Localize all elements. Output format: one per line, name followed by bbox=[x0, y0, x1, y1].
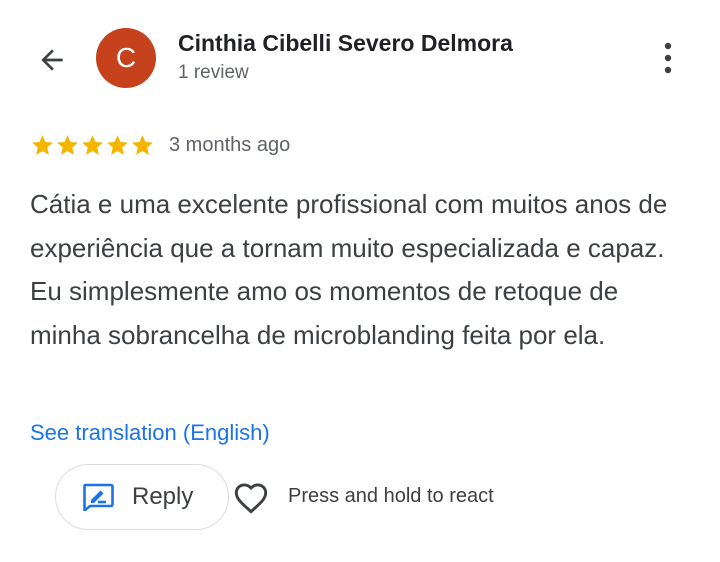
star-rating bbox=[30, 133, 155, 158]
reply-button[interactable]: Reply bbox=[55, 464, 229, 530]
star-icon bbox=[132, 134, 153, 155]
rating-row: 3 months ago bbox=[30, 131, 290, 159]
star-icon bbox=[107, 134, 128, 155]
react-hint: Press and hold to react bbox=[288, 485, 494, 507]
heart-outline-icon bbox=[234, 483, 268, 514]
avatar[interactable]: C bbox=[96, 28, 156, 88]
star-icon bbox=[32, 134, 53, 155]
arrow-left-icon bbox=[41, 49, 63, 71]
see-translation-link[interactable]: See translation (English) bbox=[30, 420, 270, 446]
react-button[interactable] bbox=[231, 478, 271, 516]
review-text: Cátia e uma excelente profissional com m… bbox=[30, 189, 668, 350]
review-time: 3 months ago bbox=[169, 133, 291, 156]
avatar-letter: C bbox=[115, 42, 137, 73]
more-options-button[interactable] bbox=[650, 36, 686, 80]
review-count: 1 review bbox=[178, 62, 249, 83]
author-name[interactable]: Cinthia Cibelli Severo Delmora bbox=[178, 30, 513, 57]
star-icon bbox=[57, 134, 78, 155]
rate-review-icon bbox=[82, 483, 114, 511]
star-icon bbox=[82, 134, 103, 155]
more-vert-icon bbox=[664, 42, 672, 74]
reply-label: Reply bbox=[132, 483, 194, 510]
back-button[interactable] bbox=[30, 38, 74, 82]
